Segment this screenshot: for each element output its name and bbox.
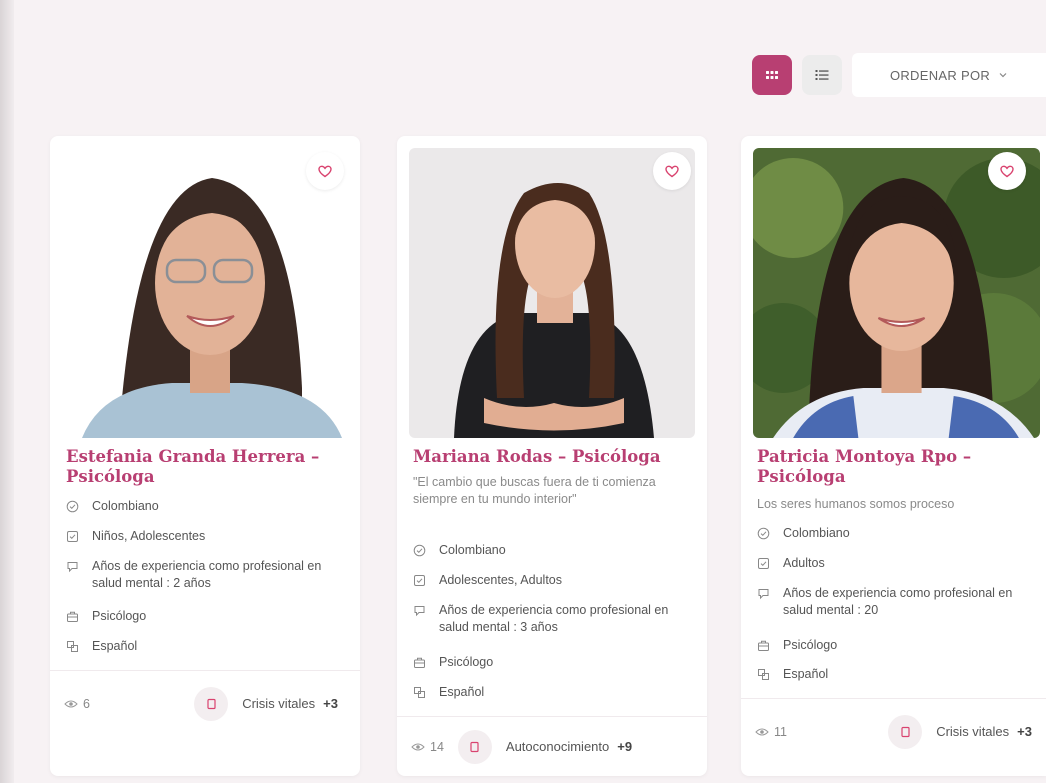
more-specialties[interactable]: +3 [1017, 724, 1032, 739]
quote: Los seres humanos somos proceso [757, 497, 955, 511]
favorite-button[interactable] [306, 152, 344, 190]
grid-view-button[interactable] [752, 55, 792, 95]
psychologist-name[interactable]: Estefania Granda Herrera – Psicóloga [66, 447, 350, 487]
check-circle-icon [66, 500, 79, 513]
checkbox-icon [67, 531, 78, 542]
chat-icon [758, 589, 769, 600]
briefcase-icon [414, 657, 425, 668]
nationality: Colombiano [413, 542, 699, 559]
profile-photo [62, 148, 348, 438]
psychologist-card[interactable]: Mariana Rodas – Psicóloga "El cambio que… [397, 136, 707, 776]
translate-icon [67, 641, 78, 652]
checkbox-icon [414, 575, 425, 586]
audience: Niños, Adolescentes [66, 528, 352, 545]
psychologist-card[interactable]: Patricia Montoya Rpo – Psicóloga Los ser… [741, 136, 1046, 776]
card-footer: 14 Autoconocimiento +9 [397, 716, 707, 776]
eye-icon [411, 743, 425, 750]
briefcase-icon [758, 640, 769, 651]
profession: Psicólogo [413, 654, 699, 671]
heart-icon [1000, 165, 1014, 177]
view-count: 6 [64, 697, 90, 711]
toolbar: ORDENAR POR [752, 52, 1046, 98]
language: Español [66, 638, 352, 655]
psychologist-name[interactable]: Patricia Montoya Rpo – Psicóloga [757, 447, 1036, 487]
chat-icon [414, 606, 425, 617]
favorite-button[interactable] [653, 152, 691, 190]
specialty-tag[interactable]: Crisis vitales [242, 696, 315, 711]
psychologist-card[interactable]: Estefania Granda Herrera – Psicóloga Col… [50, 136, 360, 776]
audience: Adultos [757, 555, 1038, 572]
profession: Psicólogo [757, 637, 1038, 654]
quote: "El cambio que buscas fuera de ti comien… [413, 475, 656, 506]
tag-badge [194, 686, 229, 721]
tag-badge [888, 714, 923, 749]
chevron-down-icon [999, 73, 1007, 78]
page-edge-shadow [0, 0, 14, 783]
translate-icon [414, 687, 425, 698]
favorite-button[interactable] [988, 152, 1026, 190]
tag-badge [457, 729, 492, 764]
specialty-tag[interactable]: Autoconocimiento [506, 739, 609, 754]
translate-icon [758, 669, 769, 680]
more-specialties[interactable]: +9 [617, 739, 632, 754]
list-view-button[interactable] [802, 55, 842, 95]
grid-icon [766, 71, 778, 79]
view-count: 11 [755, 725, 787, 739]
bookmark-icon [901, 726, 910, 737]
sort-dropdown[interactable]: ORDENAR POR [852, 53, 1046, 97]
experience: Años de experiencia como profesional en … [66, 558, 352, 592]
experience: Años de experiencia como profesional en … [413, 602, 699, 636]
list-icon [815, 70, 829, 80]
specialty-tag[interactable]: Crisis vitales [936, 724, 1009, 739]
view-count: 14 [411, 740, 444, 754]
psychologist-name[interactable]: Mariana Rodas – Psicóloga [413, 447, 697, 467]
experience: Años de experiencia como profesional en … [757, 585, 1038, 619]
profile-photo [753, 148, 1040, 438]
profession: Psicólogo [66, 608, 352, 625]
nationality: Colombiano [66, 498, 352, 515]
heart-icon [318, 165, 332, 177]
heart-icon [665, 165, 679, 177]
eye-icon [755, 728, 769, 735]
profile-photo [409, 148, 695, 438]
briefcase-icon [67, 611, 78, 622]
chat-icon [67, 562, 78, 573]
eye-icon [64, 700, 78, 707]
card-footer: 6 Crisis vitales +3 [50, 670, 360, 736]
more-specialties[interactable]: +3 [323, 696, 338, 711]
audience: Adolescentes, Adultos [413, 572, 699, 589]
bookmark-icon [207, 698, 216, 709]
nationality: Colombiano [757, 525, 1038, 542]
language: Español [413, 684, 699, 701]
check-circle-icon [413, 544, 426, 557]
check-circle-icon [757, 527, 770, 540]
checkbox-icon [758, 558, 769, 569]
sort-label: ORDENAR POR [889, 67, 991, 83]
card-footer: 11 Crisis vitales +3 [741, 698, 1046, 764]
bookmark-icon [470, 741, 480, 752]
language: Español [757, 666, 1038, 683]
